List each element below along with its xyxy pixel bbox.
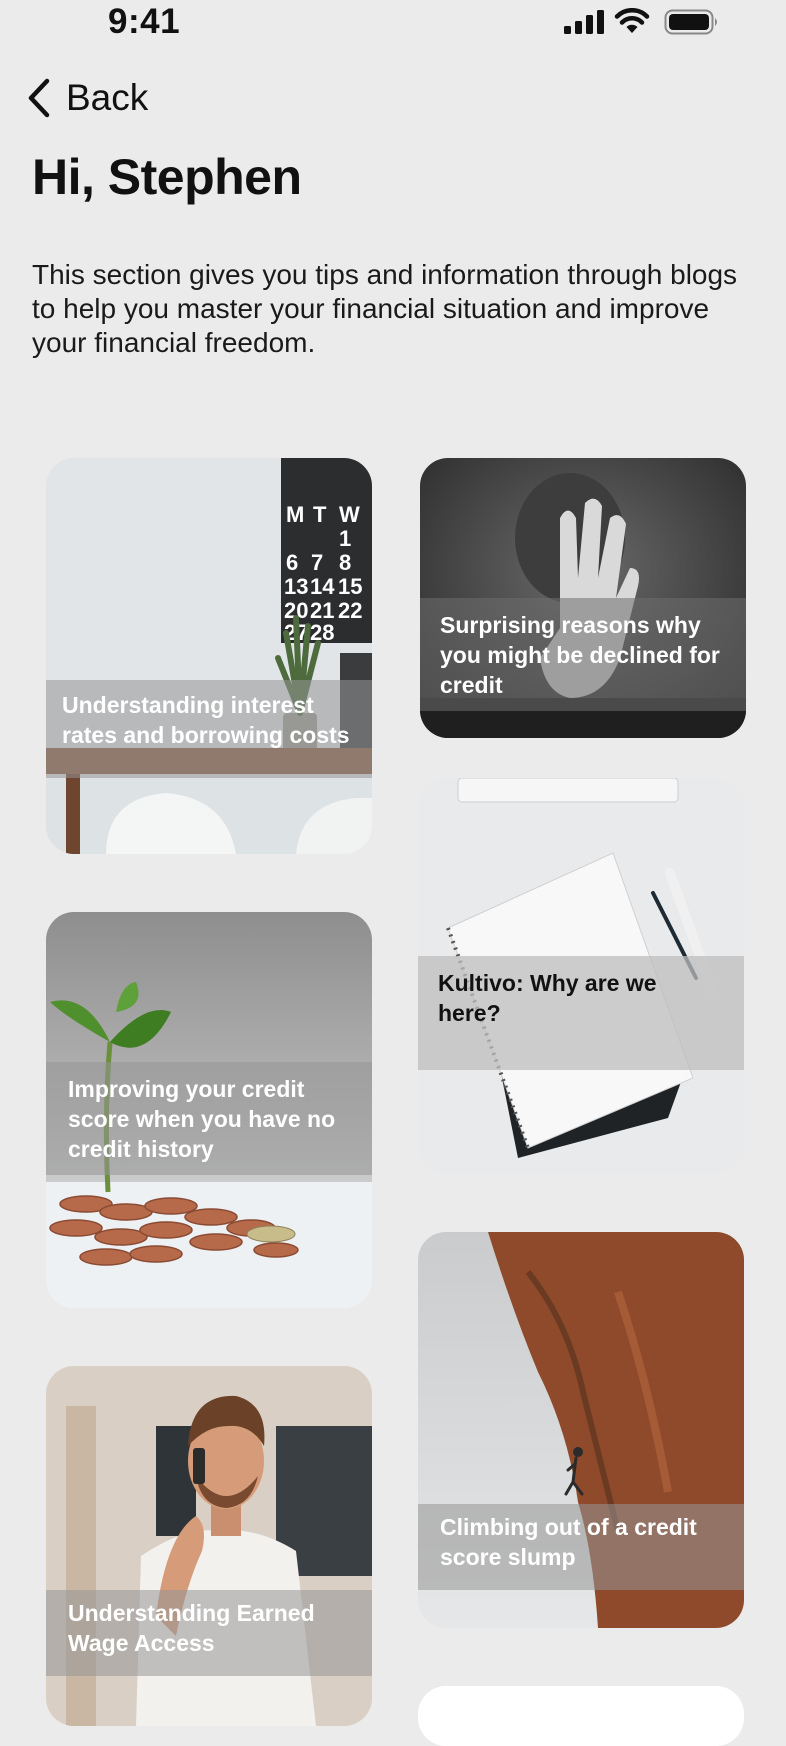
blog-card-earned-wage-access[interactable]: Understanding Earned Wage Access bbox=[46, 1366, 372, 1726]
wifi-icon bbox=[614, 8, 650, 33]
blog-card-interest-rates[interactable]: M T W 1 6 7 8 13 14 15 20 21 22 27 28 Un… bbox=[46, 458, 372, 854]
calendar-date: 1 bbox=[339, 526, 351, 551]
back-button[interactable]: Back bbox=[26, 76, 148, 120]
card-title: Kultivo: Why are we here? bbox=[438, 970, 657, 1026]
calendar-date: 6 bbox=[286, 550, 298, 575]
signal-icon bbox=[564, 10, 604, 34]
blog-card-partial[interactable] bbox=[418, 1686, 744, 1746]
card-title: Surprising reasons why you might be decl… bbox=[440, 612, 720, 698]
battery-icon bbox=[664, 9, 717, 35]
calendar-date: 13 bbox=[284, 574, 308, 599]
chevron-left-icon bbox=[28, 78, 50, 118]
back-label: Back bbox=[66, 77, 149, 118]
status-time: 9:41 bbox=[108, 2, 181, 41]
blog-card-kultivo[interactable]: Kultivo: Why are we here? bbox=[418, 778, 744, 1174]
calendar-header: M bbox=[286, 502, 304, 527]
page-title: Hi, Stephen bbox=[32, 149, 302, 205]
blog-card-credit-slump[interactable]: Climbing out of a credit score slump bbox=[418, 1232, 744, 1628]
calendar-header: W bbox=[339, 502, 360, 527]
blog-card-declined-for-credit[interactable]: Surprising reasons why you might be decl… bbox=[420, 458, 746, 738]
card-title: Improving your credit score when you hav… bbox=[68, 1076, 336, 1162]
status-bar: 9:41 bbox=[0, 0, 786, 48]
intro-text: This section gives you tips and informat… bbox=[32, 259, 738, 358]
card-title: Understanding interest rates and borrowi… bbox=[62, 692, 350, 748]
card-title: Climbing out of a credit score slump bbox=[440, 1514, 697, 1570]
blog-card-credit-history[interactable]: Improving your credit score when you hav… bbox=[46, 912, 372, 1308]
calendar-date: 7 bbox=[311, 550, 323, 575]
calendar-date: 28 bbox=[310, 620, 334, 645]
calendar-date: 8 bbox=[339, 550, 351, 575]
calendar-date: 22 bbox=[338, 598, 362, 623]
card-title: Understanding Earned Wage Access bbox=[68, 1600, 315, 1656]
calendar-date: 14 bbox=[310, 574, 335, 599]
calendar-header: T bbox=[313, 502, 327, 527]
calendar-date: 15 bbox=[338, 574, 362, 599]
desk-calendar-image: M T W 1 6 7 8 13 14 15 20 21 22 27 28 bbox=[46, 458, 372, 854]
